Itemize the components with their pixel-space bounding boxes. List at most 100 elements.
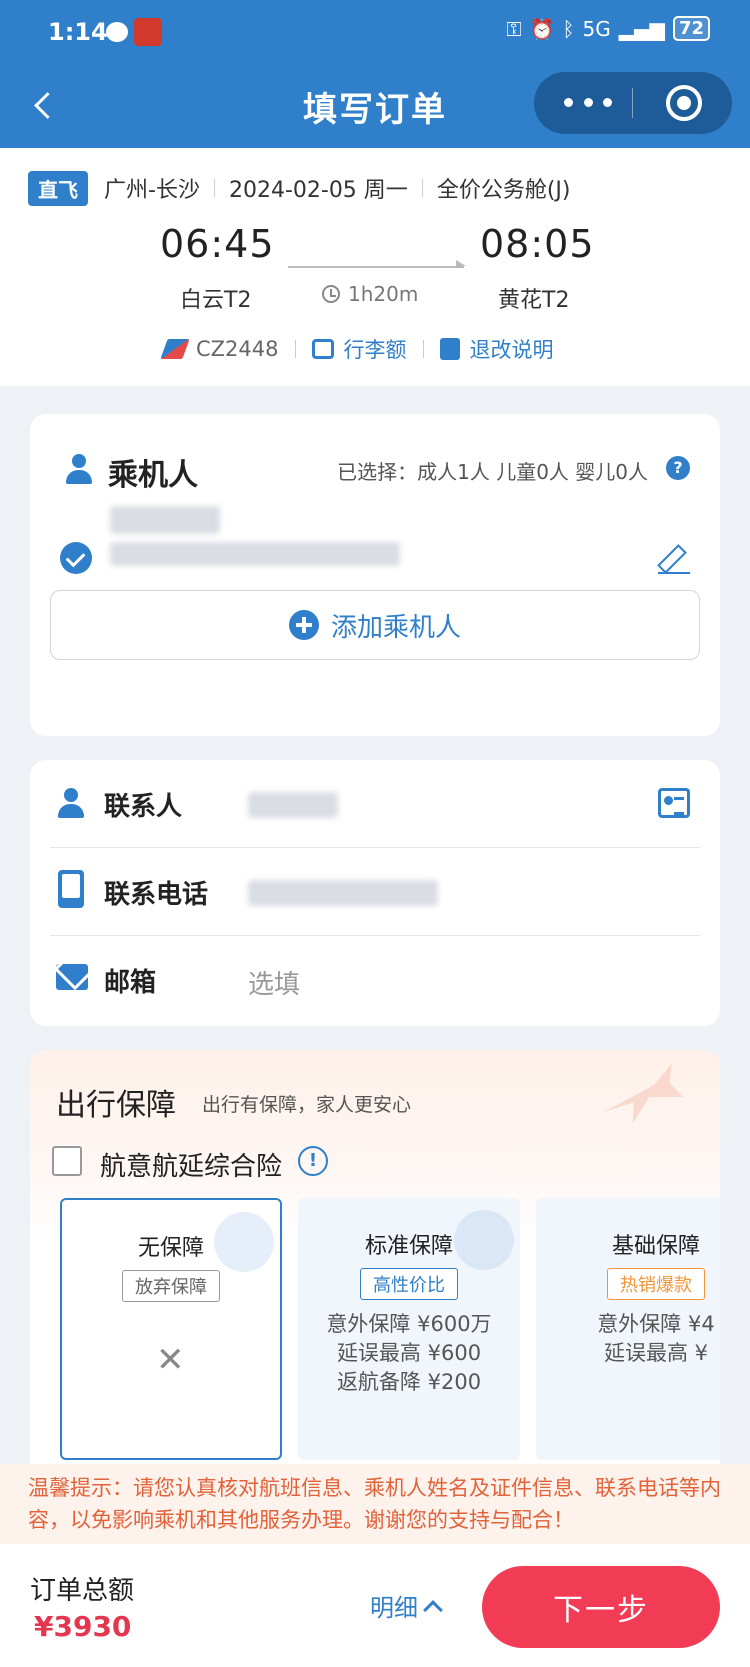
mini-program-capsule [534,72,732,134]
contact-book-icon[interactable] [658,788,690,818]
arrival-time: 08:05 [480,222,595,266]
phone-icon [58,870,84,908]
system-icons: ⚿ ⏰ ᛒ 5G ▂▄▆ 72 [506,16,710,41]
signal-icon: ▂▄▆ [618,16,665,41]
divider [421,179,423,197]
network-label: 5G [582,16,611,41]
refund-policy-link[interactable]: 退改说明 [470,334,554,364]
alarm-icon: ⏰ [529,16,555,41]
plan-benefits: 意外保障 ¥4 延误最高 ¥ [536,1310,720,1368]
plan-badge: 放弃保障 [122,1270,220,1302]
redacted-passenger-id [110,542,400,566]
passenger-count-summary: 已选择：成人1人 儿童0人 婴儿0人 [337,460,648,484]
add-passenger-label: 添加乘机人 [330,612,461,643]
app-notification-icon [134,18,162,46]
email-input[interactable]: 选填 [248,964,300,1001]
plan-name: 标准保障 [364,1234,453,1259]
plan-option-none[interactable]: 无保障 放弃保障 ✕ [60,1198,282,1460]
plan-option-standard[interactable]: 标准保障 高性价比 意外保障 ¥600万 延误最高 ¥600 返航备降 ¥200 [298,1198,520,1460]
status-bar: 1:14 ⚿ ⏰ ᛒ 5G ▂▄▆ 72 [0,0,750,72]
passenger-card: 乘机人 已选择：成人1人 儿童0人 婴儿0人 ? 添加乘机人 [30,414,720,736]
capsule-divider [632,88,633,118]
contact-phone-row[interactable]: 联系电话 [30,848,720,936]
benefit-line: 意外保障 ¥4 [597,1312,715,1336]
arrival-airport: 黄花T2 [498,288,570,313]
none-x-icon: ✕ [156,1340,185,1380]
flight-duration: 1h20m [322,282,418,306]
contact-phone-label: 联系电话 [104,880,209,910]
plan-badge: 热销爆款 [607,1268,705,1300]
plane-decoration-icon [594,1059,686,1131]
benefit-line: 延误最高 ¥600 [336,1341,482,1365]
divider [213,179,215,197]
insurance-checkbox[interactable] [52,1146,82,1176]
baggage-link[interactable]: 行李额 [344,334,407,364]
contact-name-label: 联系人 [104,792,183,822]
status-time: 1:14 [48,18,108,46]
email-label: 邮箱 [104,968,157,998]
detail-label: 明细 [370,1594,418,1622]
key-icon: ⚿ [506,16,522,41]
info-icon[interactable]: ! [298,1146,328,1176]
chevron-up-icon [423,1599,443,1620]
insurance-title: 出行保障 [56,1088,176,1123]
clock-icon [322,285,340,303]
document-icon [439,338,460,360]
plus-circle-icon [288,610,319,640]
nav-header: 填写订单 [0,72,750,148]
cabin-class: 全价公务舱(J) [436,178,571,203]
insurance-product-name: 航意航延综合险 [100,1152,283,1182]
benefit-line: 延误最高 ¥ [603,1341,709,1365]
route-row: 广州-长沙 2024-02-05 周一 全价公务舱(J) [104,172,570,204]
contact-person-icon [56,788,86,818]
contact-card: 联系人 联系电话 邮箱 选填 [30,760,720,1026]
passenger-icon [64,454,94,484]
flight-date: 2024-02-05 周一 [228,178,408,203]
redacted-contact-name [248,792,338,818]
plan-badge: 高性价比 [360,1268,458,1300]
departure-airport: 白云T2 [180,288,252,313]
airline-logo-icon [160,339,190,359]
price-detail-toggle[interactable]: 明细 [370,1588,443,1623]
top-bar: 1:14 ⚿ ⏰ ᛒ 5G ▂▄▆ 72 填写订单 [0,0,750,148]
help-icon[interactable]: ? [666,456,690,480]
luggage-icon [311,339,334,359]
edit-passenger-icon[interactable] [658,542,690,574]
direct-flight-tag: 直飞 [28,171,88,206]
plan-benefits: 意外保障 ¥600万 延误最高 ¥600 返航备降 ¥200 [298,1310,520,1397]
flight-card: 直飞 广州-长沙 2024-02-05 周一 全价公务舱(J) 06:45 08… [0,148,750,386]
footer-bar: 订单总额 ¥3930 明细 下一步 [0,1544,750,1667]
plan-option-basic[interactable]: 基础保障 热销爆款 意外保障 ¥4 延误最高 ¥ [536,1198,720,1460]
warm-notice: 温馨提示：请您认真核对航班信息、乘机人姓名及证件信息、联系电话等内容，以免影响乘… [0,1464,750,1544]
more-icon[interactable] [564,98,612,108]
divider [294,340,296,358]
passenger-selected-check-icon[interactable] [60,542,92,574]
departure-time: 06:45 [160,222,275,266]
route: 广州-长沙 [104,178,200,203]
mail-icon [56,964,88,990]
flight-info-row: CZ2448 行李额 退改说明 [160,334,554,364]
contact-name-row[interactable]: 联系人 [30,760,720,848]
flight-arrow [288,260,466,268]
redacted-passenger-name [110,506,220,534]
benefit-line: 返航备降 ¥200 [336,1370,482,1394]
benefit-line: 意外保障 ¥600万 [326,1312,492,1336]
plan-name: 基础保障 [611,1234,700,1259]
contact-email-row[interactable]: 邮箱 选填 [30,936,720,1024]
add-passenger-button[interactable]: 添加乘机人 [50,590,700,660]
travel-insurance-section: 出行保障 出行有保障，家人更安心 航意航延综合险 ! 无保障 放弃保障 ✕ 标准… [30,1050,720,1470]
next-step-button[interactable]: 下一步 [482,1566,720,1648]
plan-name: 无保障 [137,1236,204,1261]
bluetooth-icon: ᛒ [562,16,575,41]
passenger-section-title: 乘机人 [108,458,198,493]
order-total-label: 订单总额 [30,1576,135,1606]
insurance-subtitle: 出行有保障，家人更安心 [202,1094,412,1116]
flight-number: CZ2448 [196,337,279,361]
close-target-icon[interactable] [666,85,702,121]
battery-indicator: 72 [672,16,710,41]
redacted-phone-number [248,880,438,906]
divider [422,340,424,358]
order-total-amount: ¥3930 [34,1610,132,1643]
chat-notification-icon [106,22,128,42]
duration-text: 1h20m [348,282,419,306]
